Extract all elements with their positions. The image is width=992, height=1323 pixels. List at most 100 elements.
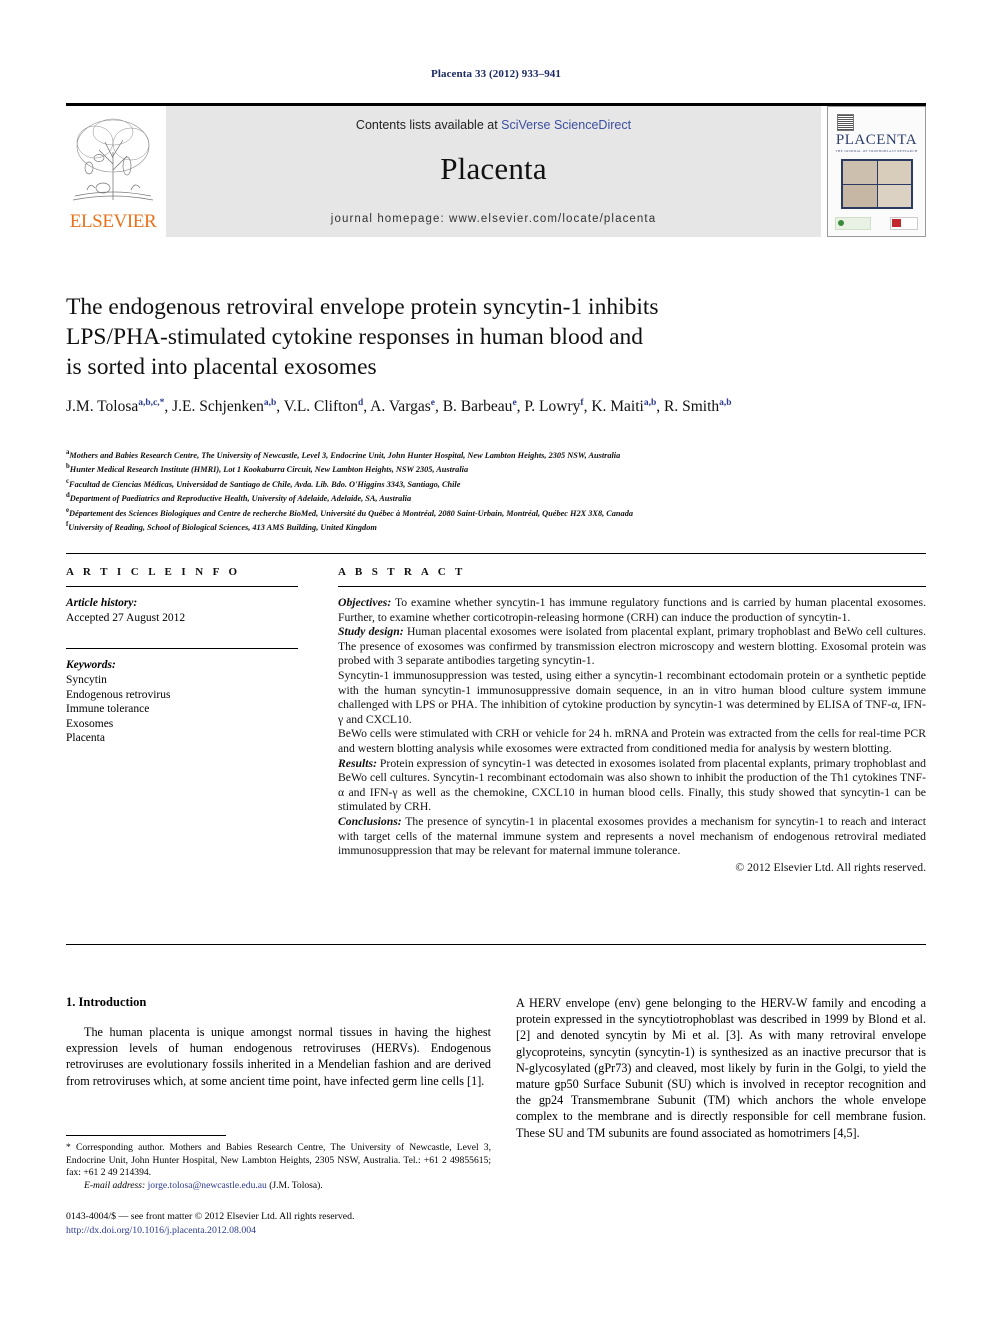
- affiliation-text: Facultad de Ciencias Médicas, Universida…: [69, 479, 461, 489]
- abstract-paragraph: Syncytin-1 immunosuppression was tested,…: [338, 669, 926, 727]
- cover-image-grid: [841, 159, 913, 209]
- page-title: The endogenous retroviral envelope prote…: [66, 292, 766, 382]
- doi-link[interactable]: http://dx.doi.org/10.1016/j.placenta.201…: [66, 1224, 496, 1238]
- cover-image-cell: [877, 161, 911, 184]
- keyword-item: Immune tolerance: [66, 703, 150, 716]
- author-entry: B. Barbeaue: [443, 398, 517, 415]
- introduction-paragraph-left: The human placenta is unique amongst nor…: [66, 1025, 491, 1088]
- section-heading-introduction: 1. Introduction: [66, 995, 147, 1009]
- divider-above-abstract: [66, 553, 926, 554]
- divider: [66, 648, 298, 649]
- elsevier-tree-icon: [72, 118, 154, 201]
- affiliation-text: University of Reading, School of Biologi…: [68, 523, 377, 533]
- cover-journal-subtitle: THE JOURNAL OF TROPHOBLAST RESEARCH: [835, 149, 918, 153]
- journal-title: Placenta: [440, 151, 547, 186]
- issn-line: 0143-4004/$ — see front matter © 2012 El…: [66, 1211, 355, 1222]
- divider: [338, 586, 926, 587]
- journal-banner: ELSEVIER Contents lists available at Sci…: [66, 103, 926, 237]
- contents-prefix: Contents lists available at: [355, 118, 502, 132]
- title-line-3: is sorted into placental exosomes: [66, 354, 377, 380]
- corresponding-author-note: * Corresponding author. Mothers and Babi…: [66, 1142, 491, 1179]
- journal-cover-thumbnail: PLACENTA THE JOURNAL OF TROPHOBLAST RESE…: [827, 106, 926, 237]
- author-entry: R. Smitha,b: [664, 398, 732, 415]
- author-entry: A. Vargase: [370, 398, 435, 415]
- affiliation-text: Hunter Medical Research Institute (HMRI)…: [69, 465, 469, 475]
- affiliation-item: fUniversity of Reading, School of Biolog…: [66, 519, 936, 533]
- author-affil-mark: d: [357, 398, 364, 408]
- author-entry: V.L. Cliftond: [284, 398, 364, 415]
- keyword-item: Exosomes: [66, 717, 114, 730]
- keyword-item: Syncytin: [66, 674, 107, 686]
- abstract-paragraph: BeWo cells were stimulated with CRH or v…: [338, 727, 926, 756]
- running-head: Placenta 33 (2012) 933–941: [431, 68, 561, 80]
- author-list: J.M. Tolosaa,b,c,*, J.E. Schjenkena,b, V…: [66, 398, 732, 416]
- issn-copyright-block: 0143-4004/$ — see front matter © 2012 El…: [66, 1210, 496, 1237]
- affiliation-text: Department of Paediatrics and Reproducti…: [69, 494, 412, 504]
- article-info-section: A R T I C L E I N F O Article history: A…: [66, 566, 298, 746]
- footnote-divider: [66, 1135, 226, 1136]
- author-affil-mark: f: [580, 398, 584, 408]
- footnote-block: * Corresponding author. Mothers and Babi…: [66, 1142, 491, 1192]
- author-entry: P. Lowryf: [524, 398, 583, 415]
- divider: [66, 586, 298, 587]
- abstract-paragraph: Study design: Human placental exosomes w…: [338, 625, 926, 669]
- divider-below-abstract: [66, 944, 926, 945]
- abstract-text: Human placental exosomes were isolated f…: [338, 625, 926, 668]
- abstract-text: The presence of syncytin-1 in placental …: [338, 814, 926, 858]
- article-history-label: Article history:: [66, 597, 138, 609]
- contents-available-line: Contents lists available at SciVerse Sci…: [166, 118, 821, 132]
- cover-image-cell: [843, 161, 877, 184]
- keywords-section: Keywords: Syncytin Endogenous retrovirus…: [66, 648, 298, 746]
- email-link[interactable]: jorge.tolosa@newcastle.edu.au: [148, 1180, 267, 1191]
- affiliation-item: aMothers and Babies Research Centre, The…: [66, 447, 936, 461]
- abstract-paragraph: Results: Protein expression of syncytin-…: [338, 757, 926, 815]
- keywords-label: Keywords:: [66, 659, 116, 671]
- body-column-left: 1. Introduction The human placenta is un…: [66, 995, 491, 1089]
- abstract-lead: Study design:: [338, 625, 404, 639]
- keyword-item: Endogenous retrovirus: [66, 688, 171, 701]
- article-history-value: Accepted 27 August 2012: [66, 612, 186, 624]
- abstract-text: Protein expression of syncytin-1 was det…: [338, 756, 926, 814]
- elsevier-logo: ELSEVIER: [66, 106, 160, 237]
- banner-center: Contents lists available at SciVerse Sci…: [166, 106, 821, 237]
- affiliation-list: aMothers and Babies Research Centre, The…: [66, 447, 936, 534]
- email-suffix: (J.M. Tolosa).: [266, 1179, 323, 1191]
- journal-homepage-link[interactable]: journal homepage: www.elsevier.com/locat…: [166, 213, 821, 225]
- author-affil-mark: e: [430, 398, 435, 408]
- author-name: J.M. Tolosa: [66, 398, 139, 416]
- affiliation-item: cFacultad de Ciencias Médicas, Universid…: [66, 476, 936, 490]
- author-name: B. Barbeau: [442, 398, 513, 416]
- abstract-lead: Conclusions:: [338, 814, 402, 828]
- keywords-list: Syncytin Endogenous retrovirus Immune to…: [66, 673, 298, 746]
- cover-journal-title: PLACENTA: [835, 132, 918, 148]
- abstract-text: Syncytin-1 immunosuppression was tested,…: [338, 668, 926, 726]
- body-column-right: A HERV envelope (env) gene belonging to …: [516, 995, 926, 1141]
- affiliation-item: bHunter Medical Research Institute (HMRI…: [66, 461, 936, 475]
- affiliation-item: eDépartement des Sciences Biologiques an…: [66, 505, 936, 519]
- keyword-item: Placenta: [66, 732, 105, 745]
- affiliation-text: Département des Sciences Biologiques and…: [69, 508, 633, 518]
- author-affil-mark: a,b: [263, 398, 277, 408]
- author-entry: J.M. Tolosaa,b,c,*: [66, 398, 164, 415]
- author-name: J.E. Schjenken: [172, 398, 264, 416]
- email-note: E-mail address: jorge.tolosa@newcastle.e…: [66, 1180, 491, 1193]
- abstract-body: Objectives: To examine whether syncytin-…: [338, 596, 926, 876]
- cover-image-cell: [843, 184, 877, 207]
- abstract-lead: Objectives:: [338, 596, 392, 609]
- abstract-text: To examine whether syncytin-1 has immune…: [338, 596, 926, 624]
- abstract-text: BeWo cells were stimulated with CRH or v…: [338, 727, 926, 755]
- cover-elsevier-mark-icon: [837, 114, 854, 131]
- title-block: The endogenous retroviral envelope prote…: [66, 292, 766, 382]
- elsevier-wordmark: ELSEVIER: [69, 211, 157, 232]
- cover-ifpa-logo: [890, 217, 918, 230]
- author-affil-mark: a,b: [643, 398, 657, 408]
- abstract-copyright: © 2012 Elsevier Ltd. All rights reserved…: [735, 860, 926, 874]
- email-label: E-mail address:: [84, 1179, 146, 1191]
- abstract-paragraph: Objectives: To examine whether syncytin-…: [338, 596, 926, 625]
- sciencedirect-link[interactable]: SciVerse ScienceDirect: [501, 118, 631, 132]
- author-affil-mark: a,b: [719, 398, 732, 408]
- abstract-heading: A B S T R A C T: [338, 566, 466, 578]
- cover-image-cell: [877, 184, 911, 207]
- author-name: V.L. Clifton: [283, 398, 358, 416]
- author-entry: J.E. Schjenkena,b: [172, 398, 276, 415]
